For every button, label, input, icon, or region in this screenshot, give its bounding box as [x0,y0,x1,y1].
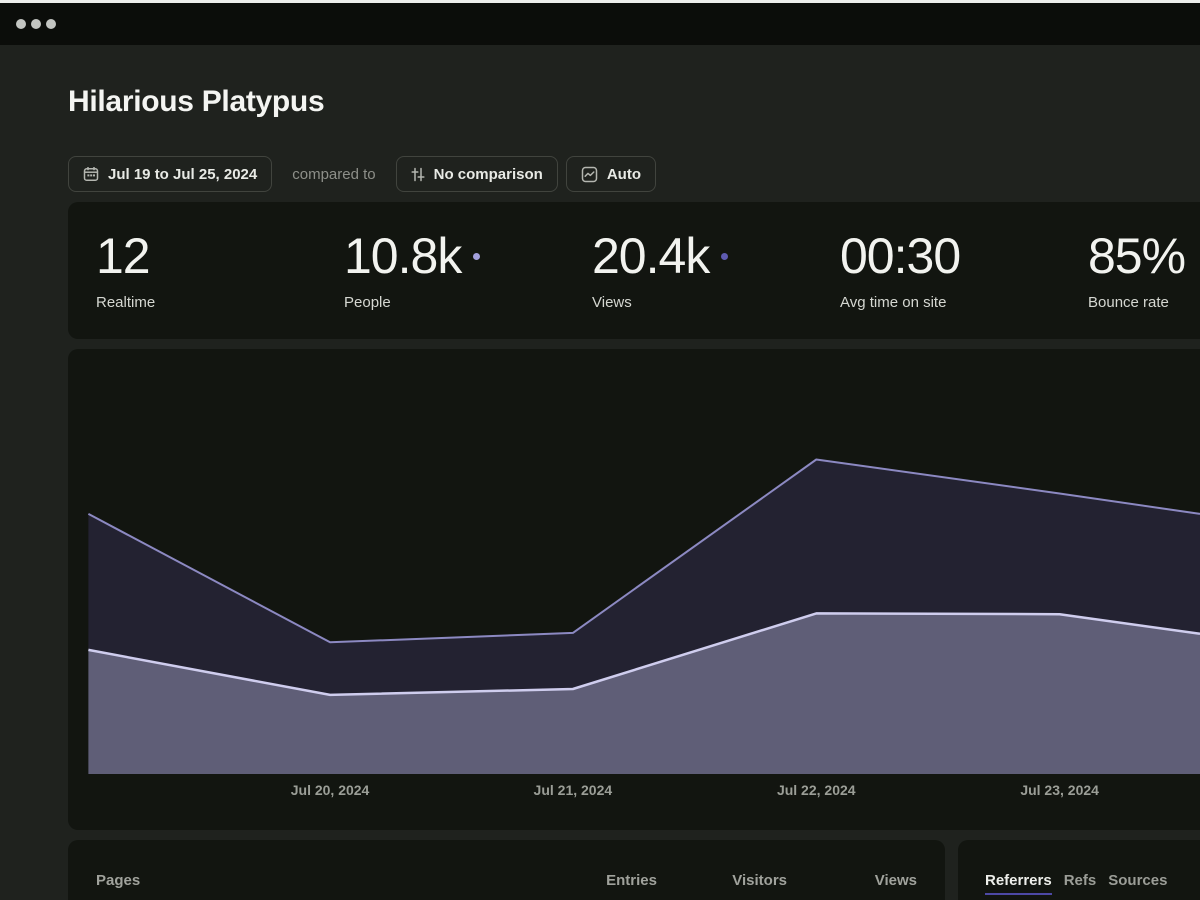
stat-avg-time[interactable]: 00:30 Avg time on site [840,228,1088,339]
date-range-button[interactable]: Jul 19 to Jul 25, 2024 [68,156,272,192]
traffic-chart-card: Jul 20, 2024 Jul 21, 2024 Jul 22, 2024 J… [68,349,1200,830]
pages-table-card: Pages Entries Visitors Views [68,840,945,900]
people-series-dot [473,253,480,260]
referrers-tabs: Referrers Refs Sources [985,872,1200,895]
tab-sources[interactable]: Sources [1108,872,1167,889]
tab-referrers[interactable]: Referrers [985,872,1052,895]
window-control-dot[interactable] [46,19,56,29]
page-title: Hilarious Platypus [68,85,1200,119]
x-tick-label: Jul 23, 2024 [1020,782,1099,798]
calendar-icon [83,166,99,182]
stat-value: 12 [96,228,150,284]
compared-to-label: compared to [292,166,375,183]
stat-value: 20.4k [592,228,709,284]
stat-label: Bounce rate [1088,294,1200,311]
window-titlebar [0,3,1200,45]
sliders-icon [411,167,425,182]
stat-views[interactable]: 20.4k Views [592,228,840,339]
pages-table-title: Pages [96,872,140,889]
x-axis: Jul 20, 2024 Jul 21, 2024 Jul 22, 2024 J… [68,782,1200,802]
stat-label: Realtime [96,294,344,311]
stat-label: People [344,294,592,311]
stat-realtime[interactable]: 12 Realtime [96,228,344,339]
views-series-dot [721,253,728,260]
chart-icon [581,166,598,183]
stat-label: Views [592,294,840,311]
window-control-dot[interactable] [31,19,41,29]
date-range-label: Jul 19 to Jul 25, 2024 [108,166,257,183]
interval-label: Auto [607,166,641,183]
stat-people[interactable]: 10.8k People [344,228,592,339]
stat-value: 85% [1088,228,1185,284]
stat-value: 00:30 [840,228,960,284]
x-tick-label: Jul 21, 2024 [534,782,613,798]
column-header-entries: Entries [527,872,657,889]
stat-value: 10.8k [344,228,461,284]
tab-refs[interactable]: Refs [1064,872,1097,889]
x-tick-label: Jul 22, 2024 [777,782,856,798]
x-tick-label: Jul 20, 2024 [291,782,370,798]
interval-button[interactable]: Auto [566,156,656,192]
referrers-panel-card: Referrers Refs Sources [958,840,1200,900]
traffic-area-chart[interactable] [68,349,1200,774]
stat-label: Avg time on site [840,294,1088,311]
stats-summary-card: 12 Realtime 10.8k People 20.4k Views 00:… [68,202,1200,339]
pages-table-header: Entries Visitors Views [527,872,917,889]
filter-toolbar: Jul 19 to Jul 25, 2024 compared to No co… [68,156,1200,192]
window-control-dot[interactable] [16,19,26,29]
comparison-label: No comparison [434,166,543,183]
column-header-visitors: Visitors [657,872,787,889]
stat-bounce-rate[interactable]: 85% Bounce rate [1088,228,1200,339]
comparison-button[interactable]: No comparison [396,156,558,192]
column-header-views: Views [787,872,917,889]
